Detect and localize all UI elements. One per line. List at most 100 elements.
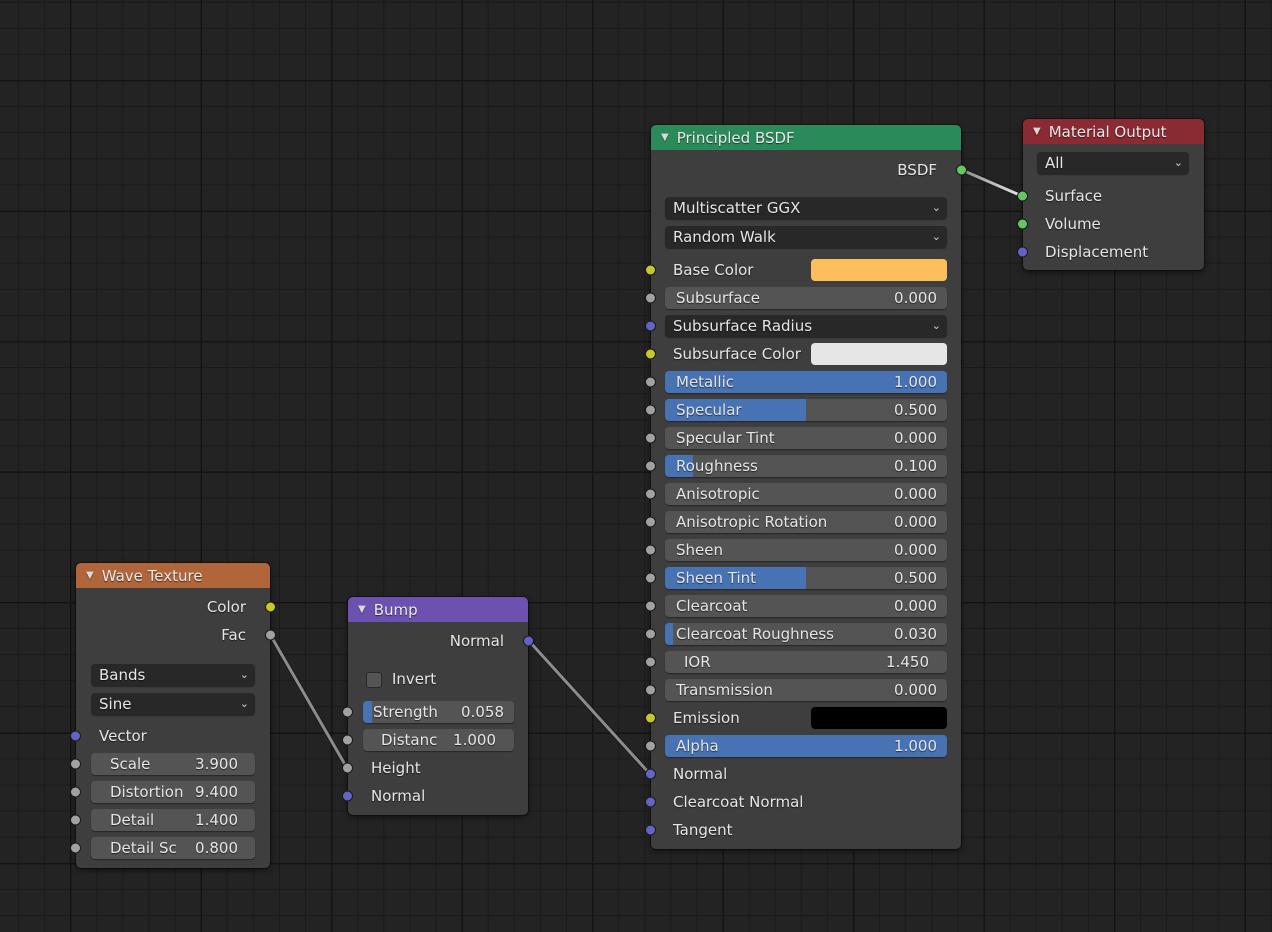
socket-metallic-in[interactable] <box>645 376 656 388</box>
clearcoat-roughness-slider[interactable]: Clearcoat Roughness 0.030 <box>665 623 947 645</box>
material-output-header[interactable]: ▼ Material Output <box>1023 119 1204 144</box>
slider-value: 1.000 <box>894 737 937 755</box>
output-label: Normal <box>449 632 504 650</box>
base-color-swatch[interactable] <box>811 259 947 281</box>
socket-normal-in[interactable] <box>645 768 656 780</box>
socket-emission-in[interactable] <box>645 712 656 724</box>
socket-ior-in[interactable] <box>645 656 656 668</box>
bump-header[interactable]: ▼ Bump <box>348 597 528 622</box>
distribution-dropdown[interactable]: Multiscatter GGX ⌄ <box>665 197 947 219</box>
collapse-icon[interactable]: ▼ <box>86 570 94 581</box>
socket-height-in[interactable] <box>342 762 353 774</box>
emission-color-swatch[interactable] <box>811 707 947 729</box>
subsurface-color-swatch[interactable] <box>811 343 947 365</box>
socket-detail-in[interactable] <box>70 814 81 826</box>
input-label: Displacement <box>1045 243 1149 261</box>
socket-strength-in[interactable] <box>342 706 353 718</box>
socket-sheen-tint-in[interactable] <box>645 572 656 584</box>
specular-tint-slider[interactable]: Specular Tint 0.000 <box>665 427 947 449</box>
socket-roughness-in[interactable] <box>645 460 656 472</box>
socket-volume-in[interactable] <box>1017 218 1028 230</box>
material-output-node[interactable]: ▼ Material Output All ⌄ Surface Volume D… <box>1017 119 1204 270</box>
slider-value: 0.500 <box>894 569 937 587</box>
field-value: 9.400 <box>195 783 238 801</box>
wave-texture-node[interactable]: ▼ Wave Texture Color Fac Bands ⌄ Sine ⌄ … <box>70 563 276 868</box>
principled-header[interactable]: ▼ Principled BSDF <box>651 125 961 150</box>
roughness-slider[interactable]: Roughness 0.100 <box>665 455 947 477</box>
wave-type-dropdown[interactable]: Bands ⌄ <box>91 664 255 686</box>
collapse-icon[interactable]: ▼ <box>1033 126 1041 137</box>
target-dropdown[interactable]: All ⌄ <box>1037 152 1189 174</box>
wave-texture-header[interactable]: ▼ Wave Texture <box>76 563 270 588</box>
socket-surface-in[interactable] <box>1017 190 1028 202</box>
field-label: Distortion <box>110 783 184 801</box>
strength-slider[interactable]: Strength 0.058 <box>363 701 514 723</box>
detail-field[interactable]: Detail 1.400 <box>91 809 255 831</box>
socket-alpha-in[interactable] <box>645 740 656 752</box>
socket-detail-scale-in[interactable] <box>70 842 81 854</box>
detail-scale-field[interactable]: Detail Sc 0.800 <box>91 837 255 859</box>
scale-field[interactable]: Scale 3.900 <box>91 753 255 775</box>
alpha-slider[interactable]: Alpha 1.000 <box>665 735 947 757</box>
metallic-slider[interactable]: Metallic 1.000 <box>665 371 947 393</box>
invert-checkbox[interactable] <box>366 672 382 688</box>
socket-clearcoat-roughness-in[interactable] <box>645 628 656 640</box>
chevron-down-icon: ⌄ <box>931 230 941 243</box>
bump-node[interactable]: ▼ Bump Normal Invert Strength 0.058 Dist… <box>342 597 534 815</box>
collapse-icon[interactable]: ▼ <box>358 604 366 615</box>
socket-anisotropic-in[interactable] <box>645 488 656 500</box>
link-bsdf-to-surface[interactable] <box>959 167 1025 199</box>
distance-field[interactable]: Distanc 1.000 <box>363 729 514 751</box>
socket-bsdf-out[interactable] <box>956 164 967 176</box>
socket-transmission-in[interactable] <box>645 684 656 696</box>
sheen-tint-slider[interactable]: Sheen Tint 0.500 <box>665 567 947 589</box>
socket-clearcoat-normal-in[interactable] <box>645 796 656 808</box>
subsurface-slider[interactable]: Subsurface 0.000 <box>665 287 947 309</box>
clearcoat-slider[interactable]: Clearcoat 0.000 <box>665 595 947 617</box>
collapse-icon[interactable]: ▼ <box>661 132 669 143</box>
socket-tangent-in[interactable] <box>645 824 656 836</box>
anisotropic-slider[interactable]: Anisotropic 0.000 <box>665 483 947 505</box>
slider-value: 1.000 <box>894 373 937 391</box>
input-distortion: Distortion 9.400 <box>70 778 270 806</box>
specular-slider[interactable]: Specular 0.500 <box>665 399 947 421</box>
anisotropic-rotation-slider[interactable]: Anisotropic Rotation 0.000 <box>665 511 947 533</box>
slider-label: IOR <box>684 653 711 671</box>
socket-normal-in[interactable] <box>342 790 353 802</box>
link-fac-to-height[interactable] <box>268 633 350 771</box>
field-value: 3.900 <box>195 755 238 773</box>
socket-distortion-in[interactable] <box>70 786 81 798</box>
dropdown-value: Multiscatter GGX <box>673 199 801 217</box>
socket-specular-in[interactable] <box>645 404 656 416</box>
socket-distance-in[interactable] <box>342 734 353 746</box>
sheen-slider[interactable]: Sheen 0.000 <box>665 539 947 561</box>
slider-label: Transmission <box>676 681 773 699</box>
socket-subsurface-in[interactable] <box>645 292 656 304</box>
socket-anisotropic-rotation-in[interactable] <box>645 516 656 528</box>
transmission-slider[interactable]: Transmission 0.000 <box>665 679 947 701</box>
socket-subsurface-radius-in[interactable] <box>645 320 656 332</box>
socket-normal-out[interactable] <box>523 635 534 647</box>
node-title: Principled BSDF <box>676 128 795 147</box>
principled-bsdf-node[interactable]: ▼ Principled BSDF BSDF Multiscatter GGX … <box>645 125 967 849</box>
socket-clearcoat-in[interactable] <box>645 600 656 612</box>
invert-row[interactable]: Invert <box>348 665 528 693</box>
socket-sheen-in[interactable] <box>645 544 656 556</box>
socket-vector-in[interactable] <box>70 730 81 742</box>
field-label: Detail Sc <box>110 839 177 857</box>
link-bump-normal-to-bsdf-normal[interactable] <box>526 638 653 777</box>
socket-scale-in[interactable] <box>70 758 81 770</box>
socket-color-out[interactable] <box>265 601 276 613</box>
slider-value: 0.500 <box>894 401 937 419</box>
subsurface-radius-dropdown[interactable]: Subsurface Radius ⌄ <box>665 315 947 337</box>
wave-profile-dropdown[interactable]: Sine ⌄ <box>91 693 255 715</box>
socket-base-color-in[interactable] <box>645 264 656 276</box>
distortion-field[interactable]: Distortion 9.400 <box>91 781 255 803</box>
slider-value: 0.000 <box>894 681 937 699</box>
ior-slider[interactable]: IOR 1.450 <box>665 651 947 673</box>
socket-specular-tint-in[interactable] <box>645 432 656 444</box>
socket-subsurface-color-in[interactable] <box>645 348 656 360</box>
socket-fac-out[interactable] <box>265 629 276 641</box>
subsurface-method-dropdown[interactable]: Random Walk ⌄ <box>665 226 947 248</box>
socket-displacement-in[interactable] <box>1017 246 1028 258</box>
